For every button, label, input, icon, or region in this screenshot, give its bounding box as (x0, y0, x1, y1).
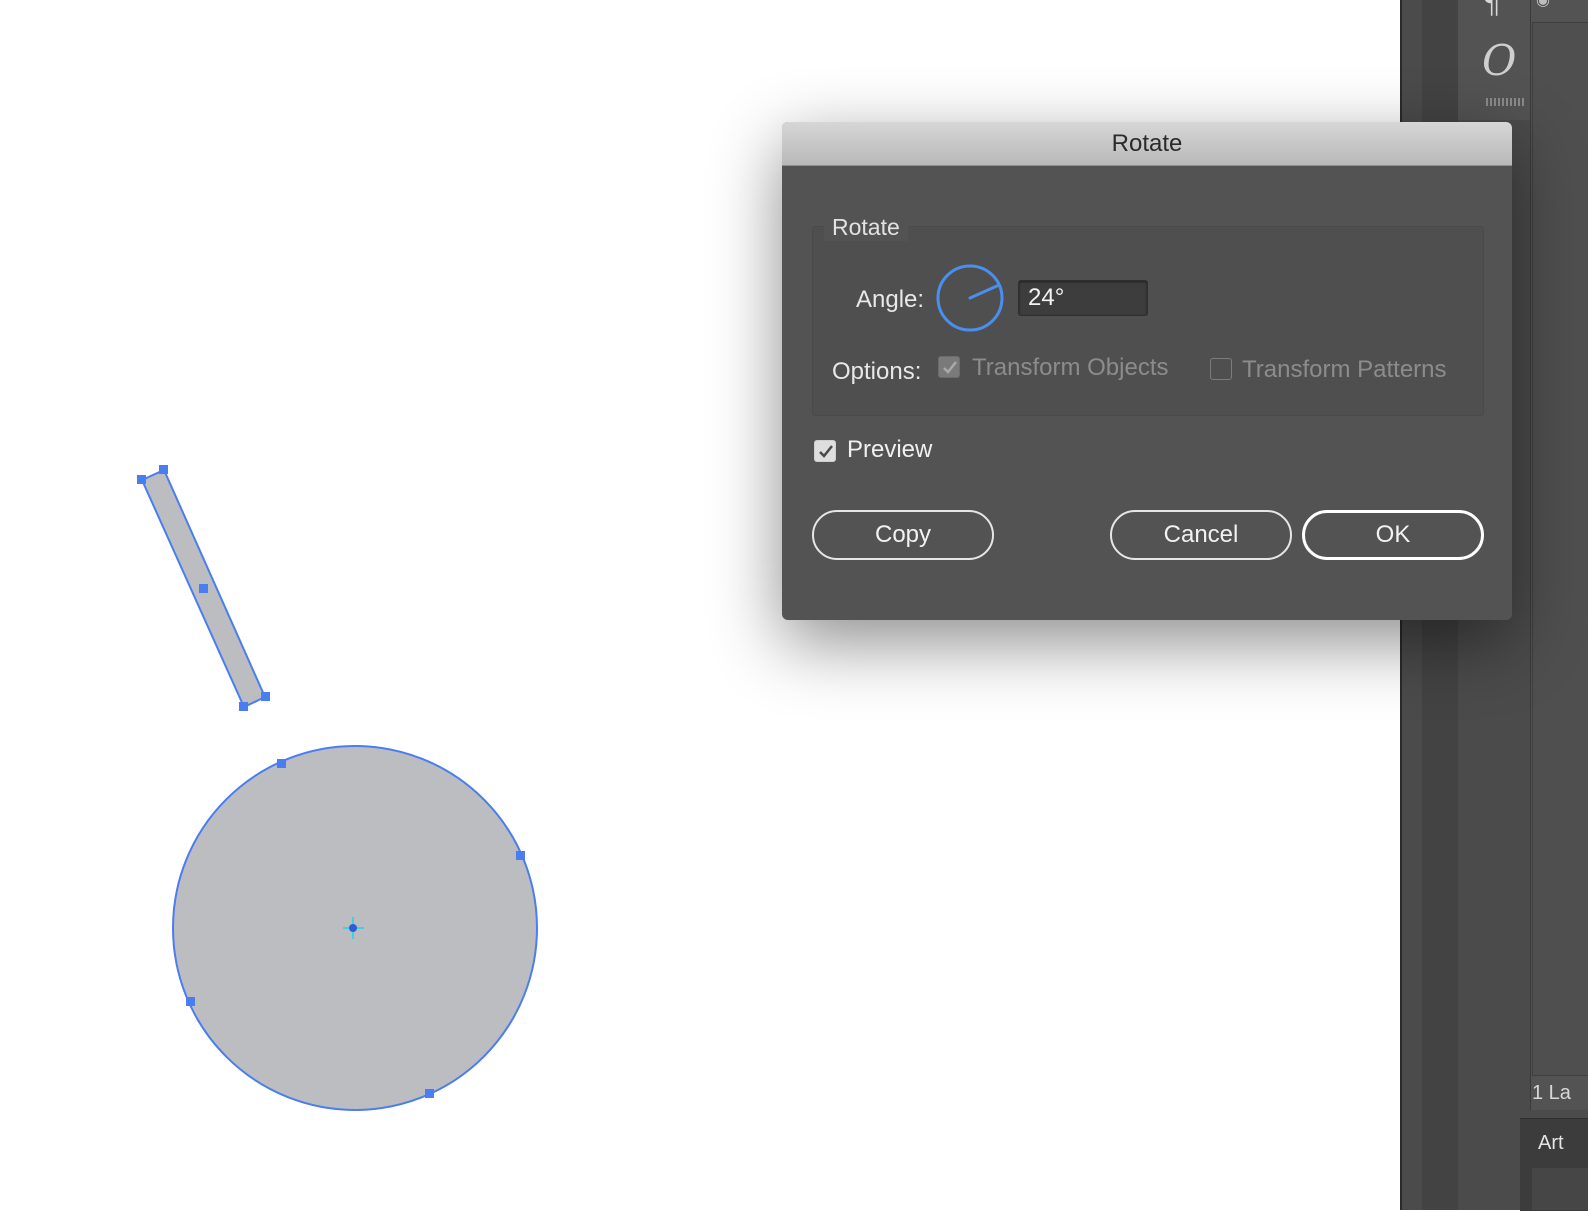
anchor-point[interactable] (277, 759, 286, 768)
anchor-point[interactable] (186, 997, 195, 1006)
tab-artboards[interactable]: Art (1538, 1132, 1564, 1155)
paragraph-icon[interactable]: ¶ (1482, 0, 1510, 21)
anchor-point[interactable] (516, 851, 525, 860)
checkmark-icon (819, 445, 833, 458)
layers-count: 1 La (1532, 1082, 1571, 1104)
transform-objects-label: Transform Objects (972, 354, 1169, 381)
checkmark-icon (943, 361, 957, 374)
panel-grip[interactable] (1486, 98, 1526, 106)
transform-objects-checkbox[interactable] (938, 356, 960, 378)
options-label: Options: (832, 358, 922, 385)
preview-label[interactable]: Preview (847, 436, 932, 464)
anchor-point[interactable] (159, 465, 168, 474)
anchor-point[interactable] (239, 702, 248, 711)
anchor-point[interactable] (199, 584, 208, 593)
visibility-eye-icon[interactable]: ◉ (1536, 0, 1558, 9)
anchor-point[interactable] (137, 475, 146, 484)
angle-input[interactable] (1018, 280, 1148, 316)
artboards-list (1532, 1168, 1588, 1210)
transform-patterns-checkbox[interactable] (1210, 358, 1232, 380)
transform-patterns-label: Transform Patterns (1242, 356, 1447, 383)
layers-list[interactable] (1532, 22, 1588, 1076)
copy-button[interactable]: Copy (812, 510, 994, 560)
group-legend: Rotate (824, 214, 908, 241)
angle-label: Angle: (856, 286, 925, 313)
opentype-icon[interactable]: O (1482, 36, 1518, 85)
ok-button[interactable]: OK (1302, 510, 1484, 560)
preview-checkbox[interactable] (814, 440, 836, 462)
angle-dial-icon[interactable] (936, 264, 1004, 332)
rotate-dialog: Rotate Rotate Angle: Options: Transform … (782, 122, 1512, 620)
anchor-point[interactable] (425, 1089, 434, 1098)
anchor-point[interactable] (261, 692, 270, 701)
dialog-titlebar[interactable]: Rotate (782, 122, 1512, 166)
rotate-group-box (812, 226, 1484, 416)
dialog-title: Rotate (1111, 130, 1183, 157)
cancel-button[interactable]: Cancel (1110, 510, 1292, 560)
